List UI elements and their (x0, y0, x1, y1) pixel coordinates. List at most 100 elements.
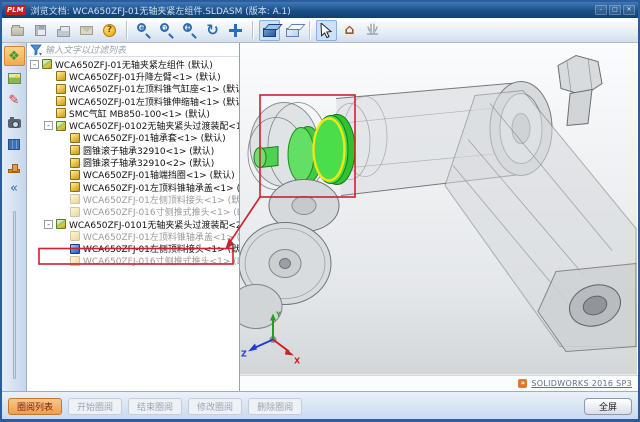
tree-item[interactable]: WCA650ZFJ-01左侧顶料接头<1> (默认) (27, 242, 239, 254)
part-icon (56, 96, 66, 106)
filter-placeholder: 输入文字以过滤列表 (45, 43, 126, 56)
solidworks-version-link[interactable]: SOLIDWORKS 2016 SP3 (531, 379, 632, 388)
review-list-button[interactable]: 圈阅列表 (8, 398, 62, 415)
assembly-tree: - WCA650ZFJ-01无轴夹紧左组件 (默认)WCA650ZFJ-01升降左… (27, 57, 239, 391)
triad-y-label: Y (275, 311, 282, 319)
tree-item-label: WCA650ZFJ-01轴承套<1> (默认) (83, 131, 226, 144)
part-selected-icon (70, 244, 80, 254)
tree-expander-icon[interactable]: - (44, 121, 53, 130)
fullscreen-button[interactable]: 全屏 (584, 398, 632, 415)
collapse-panel-button[interactable]: « (4, 178, 25, 198)
camera-button[interactable] (4, 112, 25, 132)
review-action-button[interactable]: 结束圈阅 (128, 398, 182, 415)
rotate-view-icon: ↻ (206, 23, 219, 38)
camera-icon (8, 119, 21, 128)
model-tree-button[interactable]: ❖ (4, 46, 25, 66)
tree-item-label: WCA650ZFJ-01无轴夹紧左组件 (默认) (55, 58, 213, 71)
rotate-view-button[interactable]: ↻ (202, 20, 223, 41)
tree-item[interactable]: - WCA650ZFJ-01无轴夹紧左组件 (默认) (27, 58, 239, 70)
window-controls: –□✕ (595, 5, 635, 15)
tree-item-label: WCA650ZFJ-01左侧顶料接头<1> (默认) (83, 242, 239, 255)
pan-view-icon (228, 23, 243, 38)
stamp-button[interactable] (4, 156, 25, 176)
print-button[interactable] (53, 20, 74, 41)
content-area: ❖✎« 输入文字以过滤列表 -WCA650ZFJ-01无轴夹紧左组件 (默认)W… (2, 43, 638, 391)
measure-tool-button[interactable]: 业 (362, 20, 383, 41)
tree-item[interactable]: WCA650ZFJ-01左顶料锥轴承盖<1> (默认) (27, 181, 239, 193)
3d-model-view[interactable]: Y Z X (240, 43, 637, 375)
part-icon (70, 231, 80, 241)
tree-item[interactable]: WCA650ZFJ-01左侧顶料接头<1> (默认) (27, 193, 239, 205)
assembly-icon (56, 121, 66, 131)
close-button[interactable]: ✕ (623, 5, 635, 15)
open-file-icon (11, 27, 24, 36)
tree-item-label: WCA650ZFJ-01左顶料锥轴承盖<1> (默认) (83, 230, 239, 243)
tree-item[interactable]: 圆锥滚子轴承32910<2> (默认) (27, 156, 239, 168)
pan-view-button[interactable] (225, 20, 246, 41)
hidden-lines-view-icon (286, 28, 299, 37)
markup-pencil-button[interactable]: ✎ (4, 90, 25, 110)
open-file-button[interactable] (7, 20, 28, 41)
tree-item[interactable]: WCA650ZFJ-016寸侧推式推头<1> (Default) (27, 206, 239, 218)
maximize-button[interactable]: □ (609, 5, 621, 15)
measure-tool-icon: 业 (366, 24, 378, 36)
tree-item[interactable]: WCA650ZFJ-01轴承套<1> (默认) (27, 132, 239, 144)
tree-item-label: WCA650ZFJ-01左顶料锥气缸座<1> (默认) (69, 82, 239, 95)
part-icon (70, 133, 80, 143)
review-action-button[interactable]: 修改圈阅 (188, 398, 242, 415)
tree-item[interactable]: -WCA650ZFJ-0101无轴夹紧头过渡装配<2> (默认) (27, 218, 239, 230)
filter-row[interactable]: 输入文字以过滤列表 (27, 43, 239, 57)
tree-item[interactable]: WCA650ZFJ-01轴端挡圈<1> (默认) (27, 169, 239, 181)
help-button[interactable]: ? (99, 20, 120, 41)
minimize-button[interactable]: – (595, 5, 607, 15)
tree-item[interactable]: WCA650ZFJ-01左顶料锥气缸座<1> (默认) (27, 83, 239, 95)
send-email-button[interactable] (76, 20, 97, 41)
tree-item-label: WCA650ZFJ-01左顶料锥轴承盖<1> (默认) (83, 181, 239, 194)
image-snapshot-button[interactable] (4, 68, 25, 88)
send-email-icon (80, 26, 93, 35)
shaded-view-button[interactable] (259, 20, 280, 41)
tree-expander-icon[interactable]: - (30, 60, 39, 69)
save-icon (35, 25, 46, 36)
panel-slider[interactable] (13, 211, 16, 379)
assembly-tree-panel: 输入文字以过滤列表 -WCA650ZFJ-01无轴夹紧左组件 (默认)WCA65… (27, 43, 240, 391)
hidden-lines-view-button[interactable] (282, 20, 303, 41)
select-cursor-button[interactable] (316, 20, 337, 41)
plm-logo: PLM (5, 5, 26, 15)
tree-item[interactable]: - WCA650ZFJ-0102无轴夹紧头过渡装配<1> (默认) (27, 119, 239, 131)
tree-item-label: WCA650ZFJ-01升降左臂<1> (默认) (69, 70, 221, 83)
tree-item[interactable]: WCA650ZFJ-01升降左臂<1> (默认) (27, 70, 239, 82)
part-icon (70, 182, 80, 192)
tree-item-label: WCA650ZFJ-01轴端挡圈<1> (默认) (83, 168, 235, 181)
zoom-fit-button[interactable]: + (133, 20, 154, 41)
tree-item[interactable]: WCA650ZFJ-016寸侧推式推头<1> (Default) (27, 255, 239, 267)
triad-x-label: X (294, 357, 301, 366)
shaded-view-icon (263, 28, 276, 37)
toolbar-separator (309, 21, 310, 39)
collapse-panel-icon: « (10, 182, 18, 195)
part-icon (70, 256, 80, 266)
library-button[interactable] (4, 134, 25, 154)
triad-z-label: Z (241, 350, 247, 359)
zoom-inout-button[interactable]: ↕ (179, 20, 200, 41)
title-bar[interactable]: PLM 浏览文档: WCA650ZFJ-01无轴夹紧左组件.SLDASM (版本… (2, 2, 638, 18)
tree-item[interactable]: WCA650ZFJ-01左顶料锥伸缩轴<1> (默认) (27, 95, 239, 107)
save-button[interactable] (30, 20, 51, 41)
zoom-inout-icon: ↕ (181, 22, 198, 39)
review-action-button[interactable]: 删除圈阅 (248, 398, 302, 415)
select-cursor-icon (320, 23, 333, 38)
part-icon (70, 158, 80, 168)
part-icon (56, 71, 66, 81)
help-icon: ? (103, 24, 116, 37)
filter-funnel-icon (30, 44, 42, 56)
tree-expander-icon[interactable]: - (44, 220, 53, 229)
tree-item[interactable]: 圆锥滚子轴承32910<1> (默认) (27, 144, 239, 156)
zoom-area-button[interactable]: ▫ (156, 20, 177, 41)
tree-item[interactable]: WCA650ZFJ-01左顶料锥轴承盖<1> (默认) (27, 230, 239, 242)
home-view-button[interactable]: ⌂ (339, 20, 360, 41)
tree-item-label: WCA650ZFJ-01左侧顶料接头<1> (默认) (83, 193, 239, 206)
tree-item-label: WCA650ZFJ-0102无轴夹紧头过渡装配<1> (默认) (69, 119, 239, 132)
tree-item[interactable]: SMC气缸 MB850-100<1> (默认) (27, 107, 239, 119)
review-action-button[interactable]: 开始圈阅 (68, 398, 122, 415)
toolbar-separator (126, 21, 127, 39)
